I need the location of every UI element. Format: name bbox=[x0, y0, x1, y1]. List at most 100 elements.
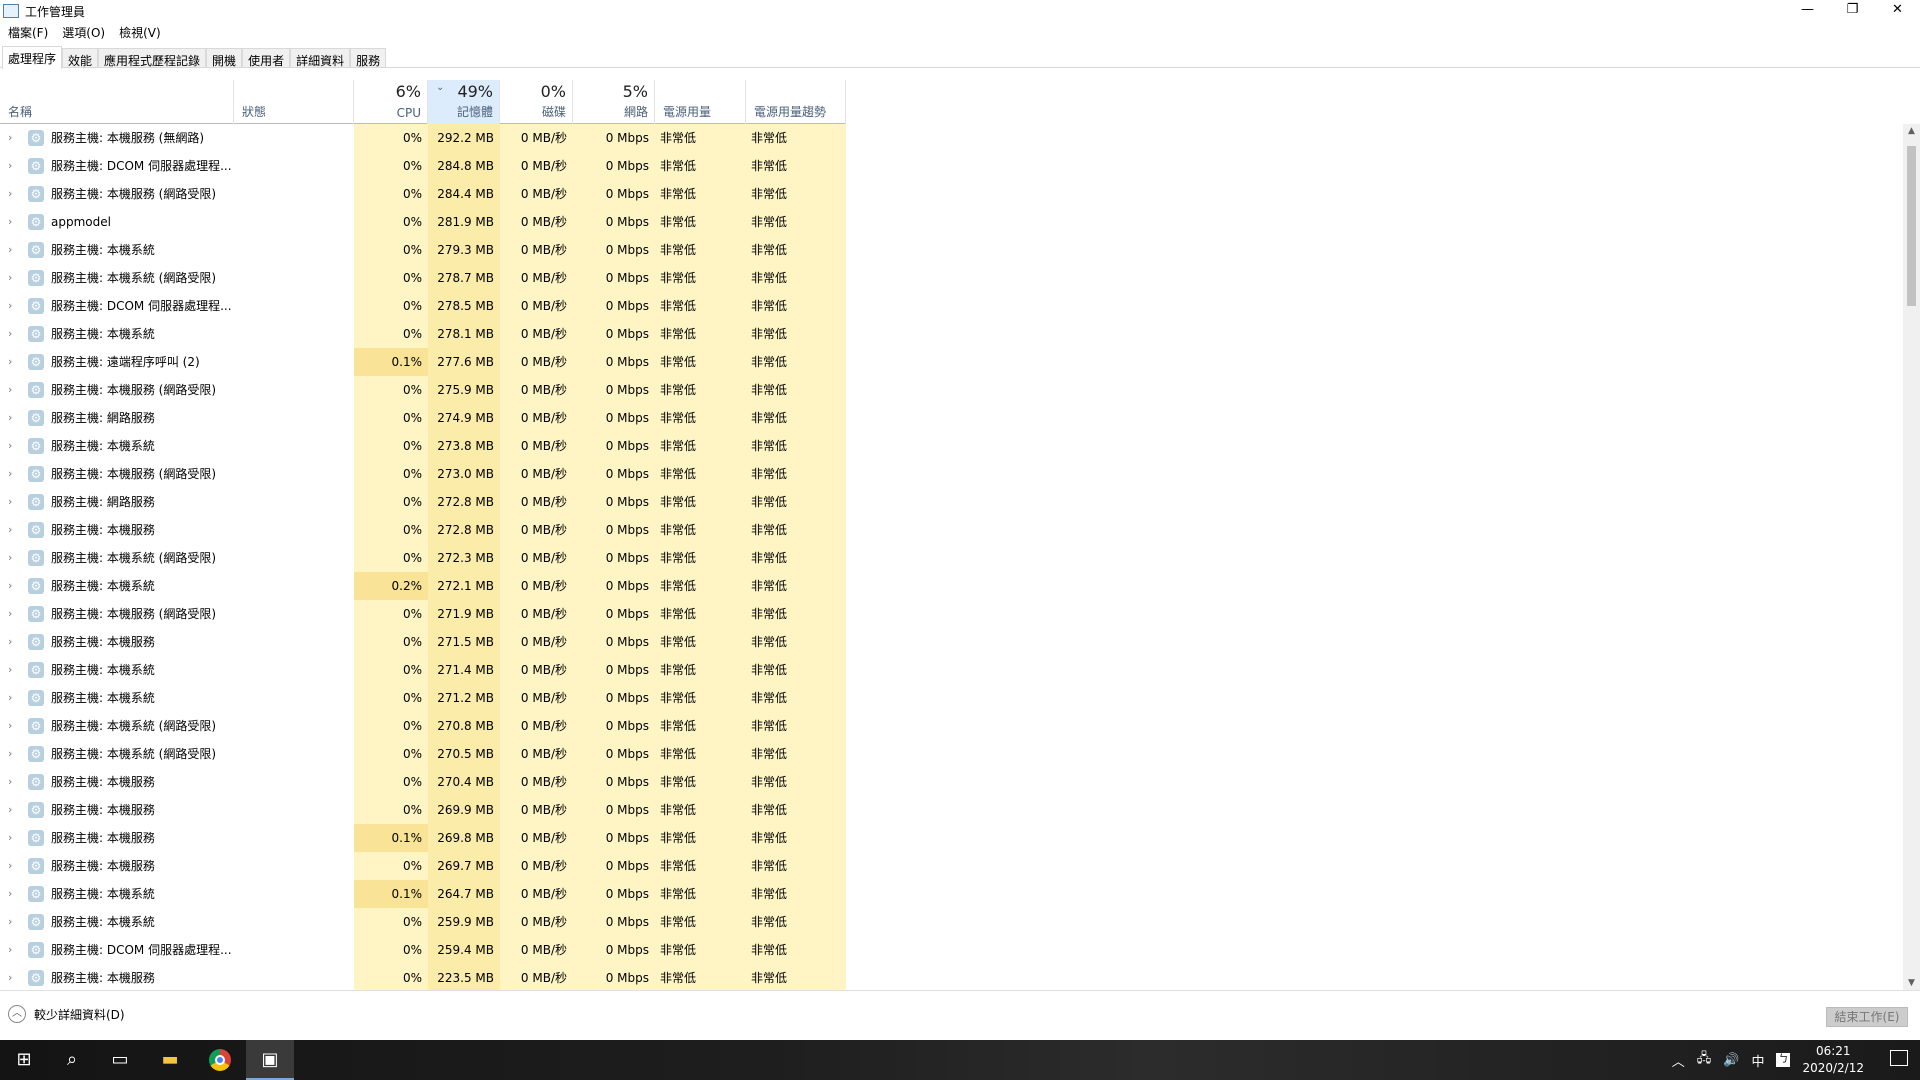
expand-chevron-icon[interactable]: › bbox=[8, 292, 12, 320]
expand-chevron-icon[interactable]: › bbox=[8, 376, 12, 404]
process-row[interactable]: › ⚙ 服務主機: 本機系統 0% 271.4 MB 0 MB/秒 0 Mbps 非常低 非常低 bbox=[0, 656, 846, 684]
process-row[interactable]: › ⚙ 服務主機: 本機系統 (網路受限) 0% 278.7 MB 0 MB/秒 0 Mbp… bbox=[0, 264, 846, 292]
ime-mode-icon[interactable]: ㄅ bbox=[1776, 1053, 1791, 1067]
file-explorer-icon[interactable]: ▬ bbox=[146, 1040, 194, 1080]
end-task-button[interactable]: 結束工作(E) bbox=[1826, 1007, 1908, 1027]
tab-app-history[interactable]: 應用程式歷程記錄 bbox=[98, 48, 207, 68]
close-button[interactable]: ✕ bbox=[1875, 0, 1920, 22]
expand-chevron-icon[interactable]: › bbox=[8, 124, 12, 152]
tab-processes[interactable]: 處理程序 bbox=[2, 46, 63, 69]
header-power[interactable]: 電源用量 bbox=[655, 80, 746, 124]
ime-indicator[interactable]: 中 bbox=[1751, 1051, 1764, 1070]
scroll-up-icon[interactable]: ▲ bbox=[1903, 126, 1920, 136]
action-center-icon[interactable] bbox=[1890, 1050, 1908, 1066]
process-row[interactable]: › ⚙ 服務主機: 本機服務 0% 269.7 MB 0 MB/秒 0 Mbps 非常低 非常低 bbox=[0, 852, 846, 880]
tab-details[interactable]: 詳細資料 bbox=[290, 48, 351, 68]
expand-chevron-icon[interactable]: › bbox=[8, 712, 12, 740]
chrome-icon[interactable] bbox=[196, 1040, 244, 1080]
process-row[interactable]: › ⚙ 服務主機: 本機系統 (網路受限) 0% 270.8 MB 0 MB/秒 0 Mbp… bbox=[0, 712, 846, 740]
expand-chevron-icon[interactable]: › bbox=[8, 404, 12, 432]
volume-icon[interactable]: 🔊 bbox=[1723, 1053, 1739, 1068]
process-row[interactable]: › ⚙ 服務主機: 本機系統 0% 271.2 MB 0 MB/秒 0 Mbps 非常低 非常低 bbox=[0, 684, 846, 712]
expand-chevron-icon[interactable]: › bbox=[8, 544, 12, 572]
process-row[interactable]: › ⚙ 服務主機: 本機服務 (網路受限) 0% 284.4 MB 0 MB/秒 0 Mbp… bbox=[0, 180, 846, 208]
vertical-scrollbar[interactable]: ▲ ▼ bbox=[1903, 124, 1920, 990]
tab-services[interactable]: 服務 bbox=[350, 48, 387, 68]
expand-chevron-icon[interactable]: › bbox=[8, 208, 12, 236]
expand-chevron-icon[interactable]: › bbox=[8, 880, 12, 908]
expand-chevron-icon[interactable]: › bbox=[8, 656, 12, 684]
header-status[interactable]: 狀態 bbox=[234, 80, 354, 124]
clock[interactable]: 06:21 2020/2/12 bbox=[1802, 1043, 1864, 1077]
process-row[interactable]: › ⚙ 服務主機: DCOM 伺服器處理程... 0% 278.5 MB 0 MB/秒 0 … bbox=[0, 292, 846, 320]
expand-chevron-icon[interactable]: › bbox=[8, 964, 12, 990]
tab-startup[interactable]: 開機 bbox=[206, 48, 243, 68]
expand-chevron-icon[interactable]: › bbox=[8, 600, 12, 628]
header-cpu[interactable]: 6% CPU bbox=[354, 80, 428, 124]
process-row[interactable]: › ⚙ 服務主機: 本機系統 0% 259.9 MB 0 MB/秒 0 Mbps 非常低 非常低 bbox=[0, 908, 846, 936]
process-row[interactable]: › ⚙ 服務主機: 網路服務 0% 274.9 MB 0 MB/秒 0 Mbps 非常低 非常低 bbox=[0, 404, 846, 432]
process-row[interactable]: › ⚙ 服務主機: DCOM 伺服器處理程... 0% 284.8 MB 0 MB/秒 0 … bbox=[0, 152, 846, 180]
process-row[interactable]: › ⚙ 服務主機: 本機服務 (網路受限) 0% 271.9 MB 0 MB/秒 0 Mbp… bbox=[0, 600, 846, 628]
expand-chevron-icon[interactable]: › bbox=[8, 824, 12, 852]
process-row[interactable]: › ⚙ 服務主機: 本機服務 0% 272.8 MB 0 MB/秒 0 Mbps 非常低 非常低 bbox=[0, 516, 846, 544]
expand-chevron-icon[interactable]: › bbox=[8, 488, 12, 516]
expand-chevron-icon[interactable]: › bbox=[8, 236, 12, 264]
process-row[interactable]: › ⚙ 服務主機: 本機系統 (網路受限) 0% 270.5 MB 0 MB/秒 0 Mbp… bbox=[0, 740, 846, 768]
header-memory[interactable]: ⌄ 49% 記憶體 bbox=[428, 80, 500, 124]
expand-chevron-icon[interactable]: › bbox=[8, 152, 12, 180]
process-row[interactable]: › ⚙ 服務主機: 本機系統 0% 273.8 MB 0 MB/秒 0 Mbps 非常低 非常低 bbox=[0, 432, 846, 460]
menu-file[interactable]: 檔案(F) bbox=[8, 24, 48, 41]
windows-start-icon[interactable]: ⊞ bbox=[0, 1040, 48, 1080]
expand-chevron-icon[interactable]: › bbox=[8, 936, 12, 964]
expand-chevron-icon[interactable]: › bbox=[8, 516, 12, 544]
tab-users[interactable]: 使用者 bbox=[242, 48, 291, 68]
expand-chevron-icon[interactable]: › bbox=[8, 432, 12, 460]
header-power-trend[interactable]: 電源用量趨勢 bbox=[746, 80, 846, 124]
process-row[interactable]: › ⚙ 服務主機: 本機服務 0.1% 269.8 MB 0 MB/秒 0 Mbps 非常低非… bbox=[0, 824, 846, 852]
search-icon[interactable]: ⌕ bbox=[48, 1040, 96, 1080]
header-name[interactable]: 名稱 bbox=[0, 80, 234, 124]
expand-chevron-icon[interactable]: › bbox=[8, 628, 12, 656]
process-row[interactable]: › ⚙ appmodel 0% 281.9 MB 0 MB/秒 0 Mbps 非常低 非常低 bbox=[0, 208, 846, 236]
expand-chevron-icon[interactable]: › bbox=[8, 796, 12, 824]
fewer-details-button[interactable]: ︿ 較少詳細資料(D) bbox=[8, 1005, 125, 1023]
tab-performance[interactable]: 效能 bbox=[62, 48, 99, 68]
expand-chevron-icon[interactable]: › bbox=[8, 908, 12, 936]
process-row[interactable]: › ⚙ 服務主機: 本機服務 (網路受限) 0% 275.9 MB 0 MB/秒 0 Mbp… bbox=[0, 376, 846, 404]
expand-chevron-icon[interactable]: › bbox=[8, 768, 12, 796]
task-manager-taskbar-icon[interactable]: ▣ bbox=[246, 1040, 294, 1080]
header-network[interactable]: 5% 網路 bbox=[573, 80, 655, 124]
header-disk[interactable]: 0% 磁碟 bbox=[500, 80, 573, 124]
process-row[interactable]: › ⚙ 服務主機: 本機系統 0.2% 272.1 MB 0 MB/秒 0 Mbps 非常低非… bbox=[0, 572, 846, 600]
expand-chevron-icon[interactable]: › bbox=[8, 740, 12, 768]
process-row[interactable]: › ⚙ 服務主機: 本機服務 (無網路) 0% 292.2 MB 0 MB/秒 0 Mbps… bbox=[0, 124, 846, 152]
process-row[interactable]: › ⚙ 服務主機: 本機服務 0% 269.9 MB 0 MB/秒 0 Mbps 非常低 非常低 bbox=[0, 796, 846, 824]
menu-view[interactable]: 檢視(V) bbox=[119, 24, 161, 41]
process-row[interactable]: › ⚙ 服務主機: 遠端程序呼叫 (2) 0.1% 277.6 MB 0 MB/秒 0 Mb… bbox=[0, 348, 846, 376]
process-row[interactable]: › ⚙ 服務主機: 本機服務 (網路受限) 0% 273.0 MB 0 MB/秒 0 Mbp… bbox=[0, 460, 846, 488]
process-row[interactable]: › ⚙ 服務主機: DCOM 伺服器處理程... 0% 259.4 MB 0 MB/秒 0 … bbox=[0, 936, 846, 964]
expand-chevron-icon[interactable]: › bbox=[8, 684, 12, 712]
expand-chevron-icon[interactable]: › bbox=[8, 320, 12, 348]
expand-chevron-icon[interactable]: › bbox=[8, 572, 12, 600]
process-row[interactable]: › ⚙ 服務主機: 本機系統 0.1% 264.7 MB 0 MB/秒 0 Mbps 非常低非… bbox=[0, 880, 846, 908]
minimize-button[interactable]: — bbox=[1785, 0, 1830, 22]
menu-options[interactable]: 選項(O) bbox=[62, 24, 105, 41]
process-row[interactable]: › ⚙ 服務主機: 本機服務 0% 223.5 MB 0 MB/秒 0 Mbps 非常低 非常低 bbox=[0, 964, 846, 990]
expand-chevron-icon[interactable]: › bbox=[8, 460, 12, 488]
show-hidden-icons-icon[interactable]: ︿ bbox=[1672, 1051, 1685, 1070]
process-row[interactable]: › ⚙ 服務主機: 本機系統 0% 278.1 MB 0 MB/秒 0 Mbps 非常低 非常低 bbox=[0, 320, 846, 348]
process-row[interactable]: › ⚙ 服務主機: 本機服務 0% 271.5 MB 0 MB/秒 0 Mbps 非常低 非常低 bbox=[0, 628, 846, 656]
expand-chevron-icon[interactable]: › bbox=[8, 348, 12, 376]
expand-chevron-icon[interactable]: › bbox=[8, 180, 12, 208]
network-icon[interactable]: 🖧 bbox=[1697, 1049, 1712, 1071]
scroll-thumb[interactable] bbox=[1907, 146, 1916, 306]
task-view-icon[interactable]: ▭ bbox=[96, 1040, 144, 1080]
process-row[interactable]: › ⚙ 服務主機: 本機服務 0% 270.4 MB 0 MB/秒 0 Mbps 非常低 非常低 bbox=[0, 768, 846, 796]
process-row[interactable]: › ⚙ 服務主機: 本機系統 (網路受限) 0% 272.3 MB 0 MB/秒 0 Mbp… bbox=[0, 544, 846, 572]
expand-chevron-icon[interactable]: › bbox=[8, 852, 12, 880]
expand-chevron-icon[interactable]: › bbox=[8, 264, 12, 292]
scroll-down-icon[interactable]: ▼ bbox=[1903, 978, 1920, 988]
process-row[interactable]: › ⚙ 服務主機: 本機系統 0% 279.3 MB 0 MB/秒 0 Mbps 非常低 非常低 bbox=[0, 236, 846, 264]
